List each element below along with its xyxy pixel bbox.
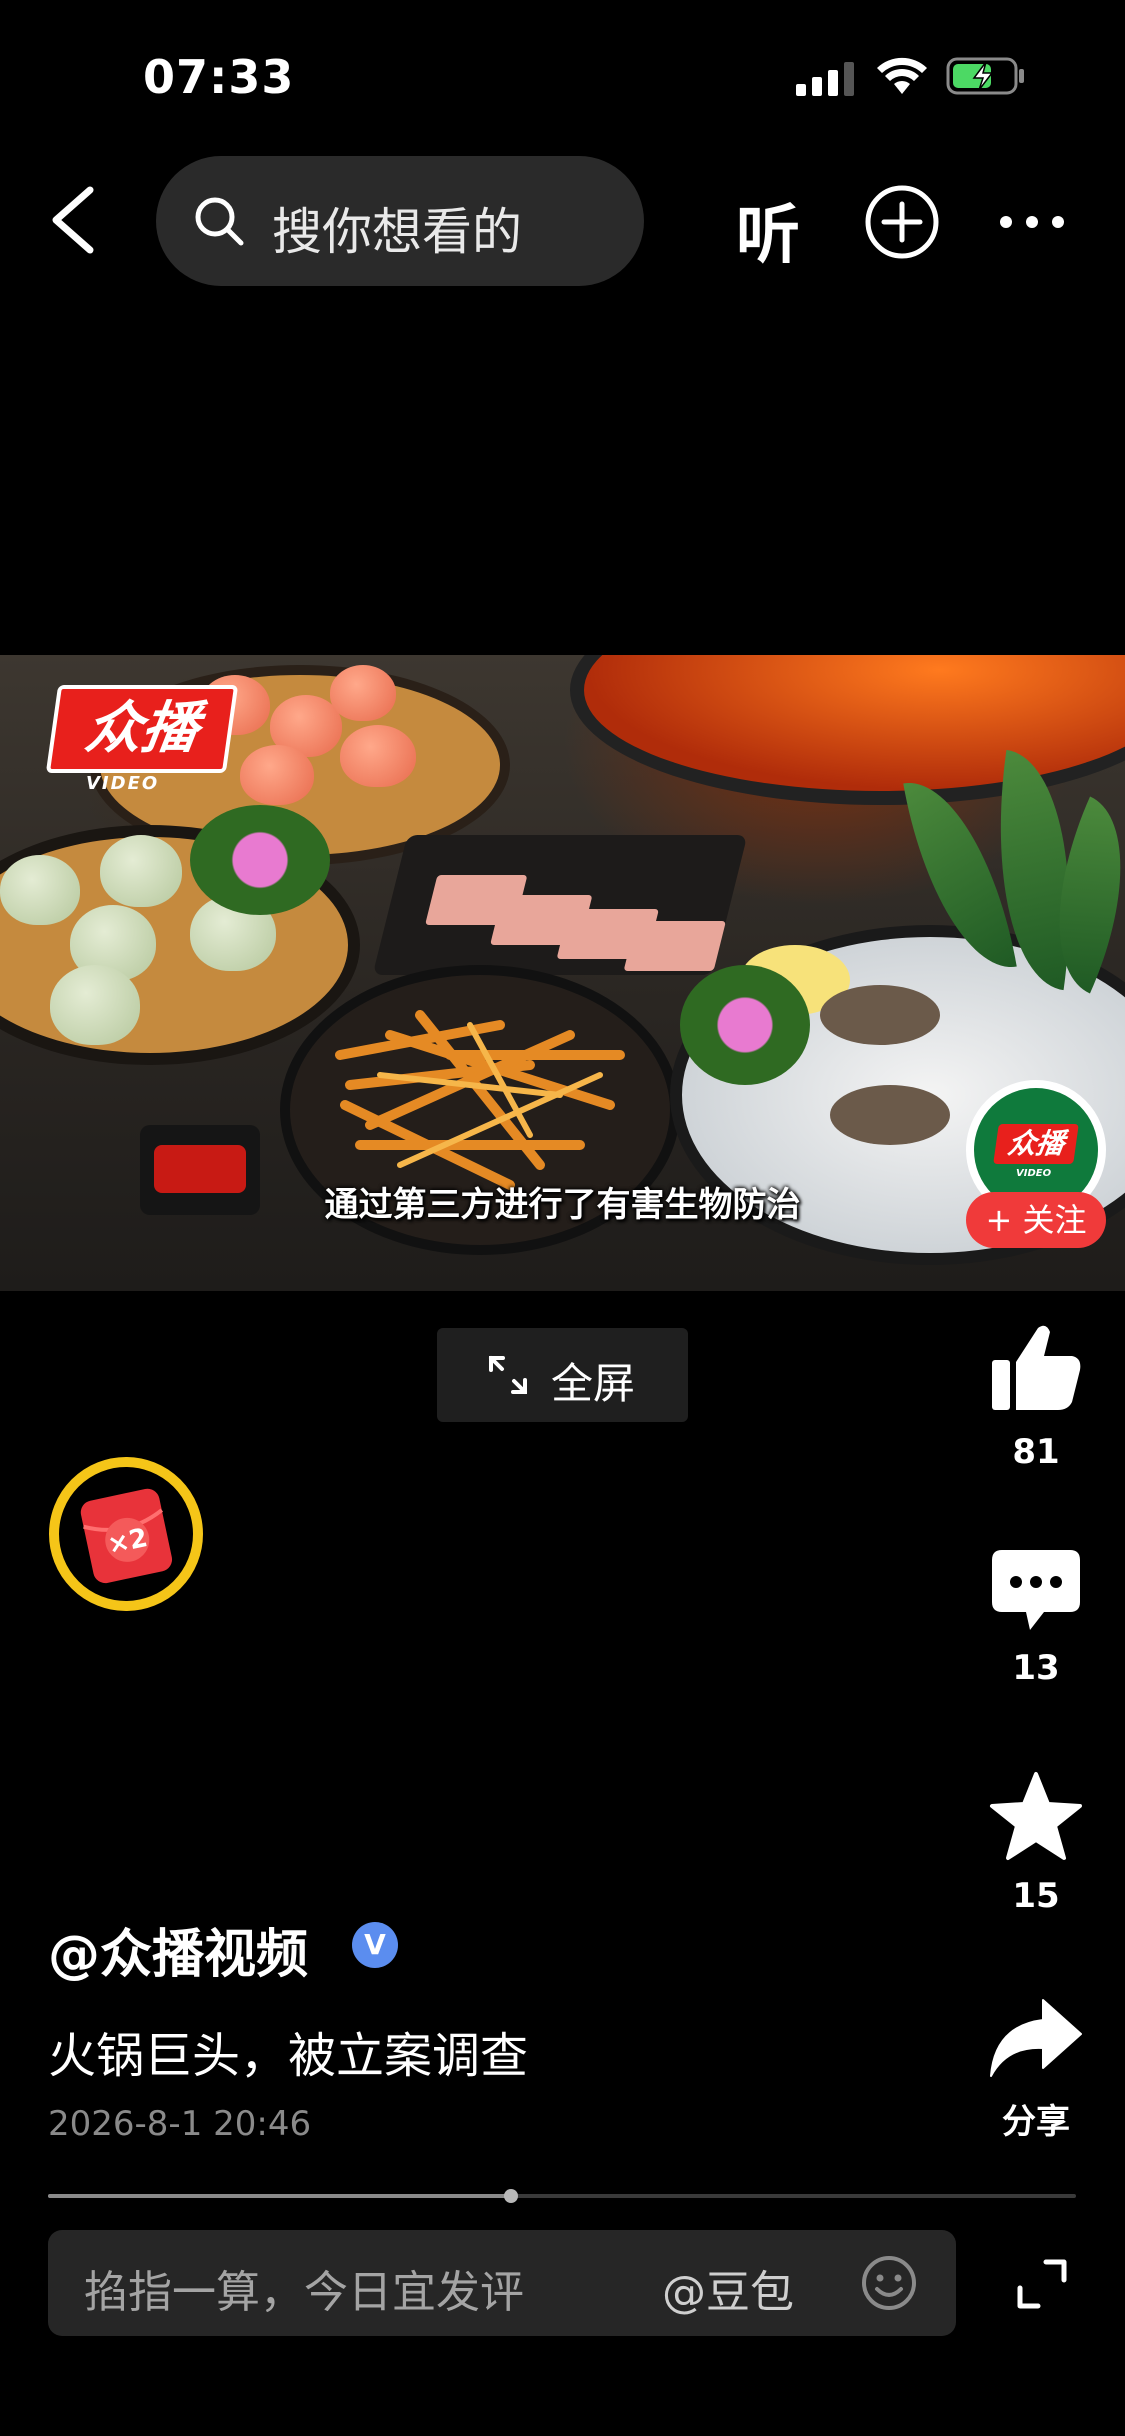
video-player[interactable]: 众播 VIDEO 通过第三方进行了有害生物防治 <box>0 655 1125 1291</box>
comment-count: 13 <box>1012 1648 1060 1688</box>
post-timestamp: 2026-8-1 20:46 <box>48 2104 312 2144</box>
star-icon <box>990 1772 1082 1860</box>
progress-fill <box>48 2194 511 2198</box>
verified-badge-icon: V <box>352 1922 398 1968</box>
cellular-signal-icon <box>796 62 854 96</box>
expand-arrows-icon <box>489 1356 527 1394</box>
share-label: 分享 <box>1002 2102 1070 2142</box>
follow-button[interactable]: + 关注 <box>966 1192 1106 1248</box>
mention-doubao-button[interactable]: @豆包 <box>662 2256 794 2320</box>
favorite-button[interactable]: 15 <box>966 1770 1106 1916</box>
dumpling <box>340 725 416 787</box>
comment-icon <box>992 1550 1080 1630</box>
fullscreen-label: 全屏 <box>551 1359 636 1408</box>
ham-tray <box>372 835 748 975</box>
status-time: 07:33 <box>143 50 295 104</box>
search-input[interactable]: 搜你想看的 <box>156 156 644 286</box>
search-icon <box>195 197 244 246</box>
progress-knob[interactable] <box>503 2189 518 2203</box>
ham-slice <box>623 921 727 971</box>
favorite-count: 15 <box>1012 1876 1060 1916</box>
search-placeholder: 搜你想看的 <box>272 203 522 261</box>
like-count: 81 <box>1012 1432 1060 1472</box>
expand-icon[interactable] <box>1014 2256 1070 2312</box>
emoji-icon[interactable] <box>860 2254 918 2312</box>
brand-watermark-logo: 众播 VIDEO <box>45 685 239 795</box>
listen-button[interactable]: 听 <box>736 184 800 276</box>
dumpling <box>330 665 396 721</box>
abalone <box>820 985 940 1045</box>
garnish-flowers <box>680 965 810 1085</box>
comment-button[interactable]: 13 <box>966 1546 1106 1688</box>
red-packet-icon[interactable]: ×2 <box>46 1454 206 1614</box>
dumpling <box>0 855 80 925</box>
thumbs-up-icon <box>992 1325 1081 1410</box>
playback-progress-bar[interactable] <box>48 2189 1076 2203</box>
add-circle-icon[interactable] <box>864 184 940 260</box>
author-name[interactable]: @众播视频 <box>48 1912 308 1987</box>
dumpling <box>240 745 314 805</box>
comment-input[interactable]: 掐指一算，今日宜发评 @豆包 <box>48 2230 956 2336</box>
like-button[interactable]: 81 <box>966 1318 1106 1472</box>
share-arrow-icon <box>990 1999 1082 2077</box>
wifi-icon <box>877 57 927 94</box>
back-button[interactable] <box>40 180 110 260</box>
video-subtitle: 通过第三方进行了有害生物防治 <box>324 1185 801 1225</box>
battery-charging-icon <box>946 57 1024 95</box>
french-fries <box>335 1010 625 1190</box>
abalone <box>830 1085 950 1145</box>
video-caption: 火锅巨头，被立案调查 <box>48 2028 529 2084</box>
dumpling <box>50 965 140 1045</box>
comment-placeholder: 掐指一算，今日宜发评 <box>84 2267 524 2318</box>
share-button[interactable]: 分享 <box>966 1996 1106 2143</box>
fullscreen-button[interactable]: 全屏 <box>437 1328 688 1422</box>
garnish-flowers <box>190 805 330 915</box>
dumpling <box>100 835 182 907</box>
more-icon[interactable] <box>996 212 1068 232</box>
